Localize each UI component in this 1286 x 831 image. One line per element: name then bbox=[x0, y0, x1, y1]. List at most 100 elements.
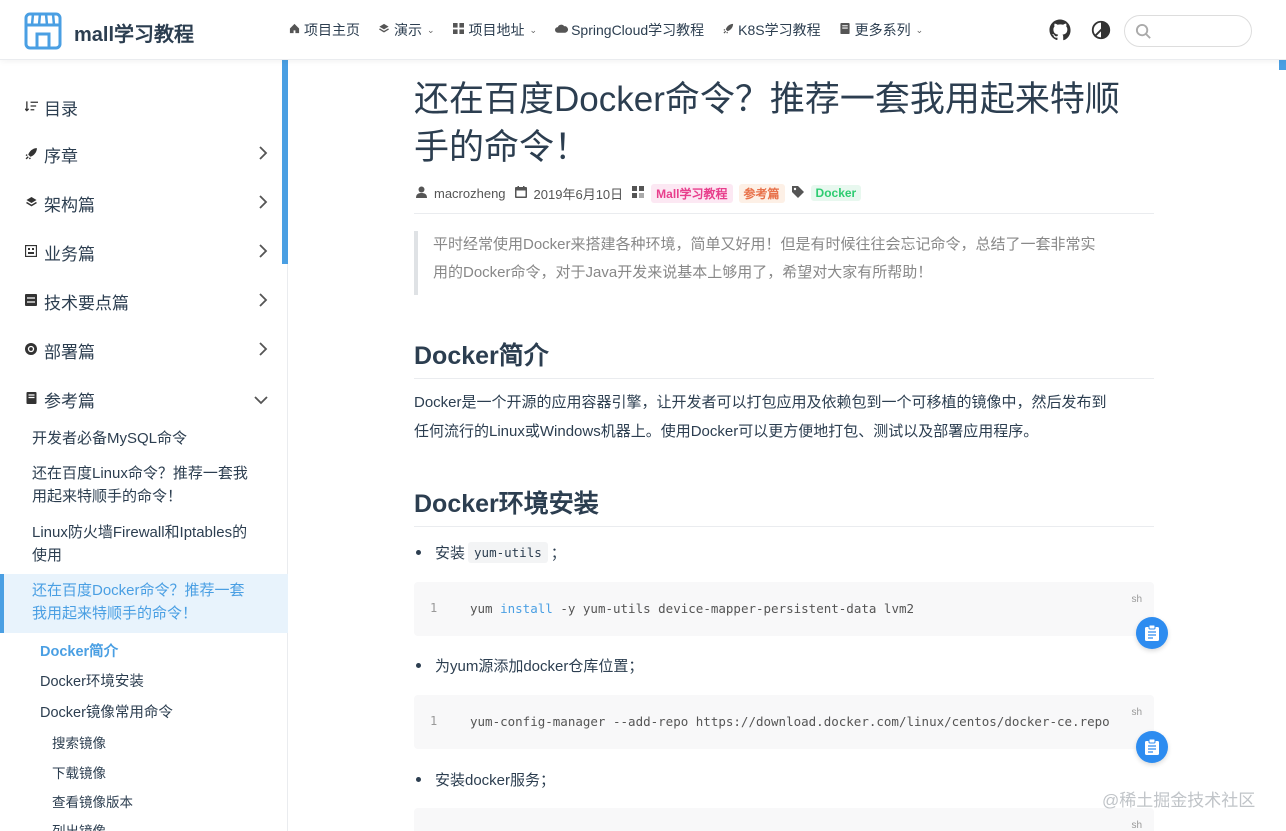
nav-more-series[interactable]: 更多系列 ⌄ bbox=[839, 20, 923, 40]
publish-date: 2019年6月10日 bbox=[533, 186, 624, 202]
sidebar-sub-mysql[interactable]: 开发者必备MySQL命令 bbox=[32, 427, 272, 450]
sidebar-sub-label-2: 使用 bbox=[32, 547, 63, 564]
sidebar-item-prologue[interactable]: 序章 bbox=[24, 142, 268, 167]
sidebar-item-architecture[interactable]: 架构篇 bbox=[24, 191, 268, 216]
sidebar-sub-label: 开发者必备MySQL命令 bbox=[32, 430, 188, 447]
sidebar-sub-label: Linux防火墙Firewall和Iptables的 bbox=[32, 524, 248, 541]
grid-icon bbox=[453, 23, 465, 37]
line-number: 1 bbox=[430, 601, 438, 615]
sidebar-item-business[interactable]: 业务篇 bbox=[24, 240, 268, 265]
paragraph-docker-intro: Docker是一个开源的应用容器引擎，让开发者可以打包应用及依赖包到一个可移植的… bbox=[414, 388, 1159, 446]
code-line[interactable]: yum install -y yum-utils device-mapper-p… bbox=[470, 601, 914, 616]
toc-h3-search-image[interactable]: 搜索镜像 bbox=[52, 732, 106, 752]
inline-code: yum-utils bbox=[468, 542, 548, 563]
nav-k8s[interactable]: K8S学习教程 bbox=[722, 20, 821, 40]
sidebar-item-label: 架构篇 bbox=[44, 196, 95, 215]
bullet-dot bbox=[416, 550, 421, 555]
article-title: 还在百度Docker命令？推荐一套我用起来特顺 手的命令！ bbox=[414, 76, 1154, 172]
list-item-suffix: ； bbox=[550, 545, 566, 562]
server-icon bbox=[24, 294, 38, 309]
home-icon bbox=[288, 23, 300, 37]
line-number: 1 bbox=[430, 714, 438, 728]
sidebar-item-label: 参考篇 bbox=[44, 392, 95, 411]
toc-h3-image-version[interactable]: 查看镜像版本 bbox=[52, 791, 133, 811]
docker-icon bbox=[24, 343, 38, 358]
site-name[interactable]: mall学习教程 bbox=[74, 18, 194, 47]
sidebar-sub-label-2: 我用起来特顺手的命令！ bbox=[32, 605, 198, 622]
code-language-label: sh bbox=[1131, 820, 1142, 831]
nav-demo[interactable]: 演示 ⌄ bbox=[378, 20, 435, 40]
sidebar-sub-linux-firewall[interactable]: Linux防火墙Firewall和Iptables的 使用 bbox=[32, 521, 272, 567]
intro-blockquote: 平时经常使用Docker来搭建各种环境，简单又好用！但是有时候往往会忘记命令，总… bbox=[414, 231, 1154, 295]
toc-h3-pull-image[interactable]: 下载镜像 bbox=[52, 762, 106, 782]
toc-h2-docker-install[interactable]: Docker环境安装 bbox=[40, 670, 144, 691]
copy-code-button[interactable] bbox=[1136, 731, 1168, 763]
quote-line: 用的Docker命令，对于Java开发来说基本上够用了，希望对大家有所帮助！ bbox=[433, 264, 933, 281]
watermark: @稀土掘金技术社区 bbox=[1102, 791, 1256, 810]
rocket-icon bbox=[722, 23, 734, 37]
nav-project-address[interactable]: 项目地址 ⌄ bbox=[453, 20, 538, 40]
top-navbar: mall学习教程 项目主页 演示 ⌄ 项目地址 ⌄ SpringCloud学习教… bbox=[0, 0, 1286, 60]
code-block[interactable]: sh bbox=[414, 808, 1154, 831]
copy-code-button[interactable] bbox=[1136, 617, 1168, 649]
author-name[interactable]: macrozheng bbox=[434, 186, 506, 201]
sidebar-item-reference[interactable]: 参考篇 bbox=[24, 387, 268, 412]
nav-project-address-label: 项目地址 bbox=[468, 22, 525, 38]
search-input[interactable] bbox=[1157, 21, 1245, 43]
code-block[interactable]: 1 yum-config-manager --add-repo https://… bbox=[414, 695, 1154, 749]
category-icon bbox=[631, 185, 645, 201]
cloud-icon bbox=[555, 24, 569, 37]
search-box[interactable] bbox=[1124, 15, 1252, 47]
heading-docker-install: Docker环境安装 bbox=[414, 484, 1154, 527]
list-item-text: 安装docker服务； bbox=[435, 772, 556, 789]
code-keyword: install bbox=[500, 601, 553, 616]
toc-h2-docker-intro[interactable]: Docker简介 bbox=[40, 640, 118, 661]
book-icon bbox=[839, 23, 851, 37]
paragraph-line: 任何流行的Linux或Windows机器上。使用Docker可以更方便地打包、测… bbox=[414, 423, 1039, 440]
code-language-label: sh bbox=[1131, 707, 1142, 718]
chevron-right-icon bbox=[259, 293, 268, 310]
sidebar-item-deploy[interactable]: 部署篇 bbox=[24, 338, 268, 363]
sidebar-sub-label: 还在百度Linux命令？推荐一套我 bbox=[32, 465, 248, 482]
list-item: 为yum源添加docker仓库位置； bbox=[414, 655, 643, 676]
article-title-line2: 手的命令！ bbox=[414, 128, 590, 167]
sidebar-sub-linux-commands[interactable]: 还在百度Linux命令？推荐一套我 用起来特顺手的命令！ bbox=[32, 462, 272, 508]
paragraph-line: Docker是一个开源的应用容器引擎，让开发者可以打包应用及依赖包到一个可移植的… bbox=[414, 394, 1107, 411]
github-icon[interactable] bbox=[1049, 19, 1071, 41]
store-logo-icon[interactable] bbox=[24, 12, 62, 50]
toc-h2-image-commands[interactable]: Docker镜像常用命令 bbox=[40, 701, 173, 722]
chevron-down-icon: ⌄ bbox=[427, 24, 435, 35]
nav-links: 项目主页 演示 ⌄ 项目地址 ⌄ SpringCloud学习教程 K8S学习教程… bbox=[288, 20, 923, 40]
nav-demo-label: 演示 bbox=[394, 22, 422, 38]
chevron-down-icon: ⌄ bbox=[529, 24, 538, 35]
layers-icon bbox=[24, 196, 38, 211]
code-args: -y yum-utils device-mapper-persistent-da… bbox=[560, 601, 915, 616]
chevron-right-icon bbox=[259, 195, 268, 212]
toc-h3-list-images[interactable]: 列出镜像 bbox=[52, 820, 106, 831]
clipboard-icon bbox=[1145, 624, 1159, 641]
article-meta: macrozheng 2019年6月10日 Mall学习教程 参考篇 Docke… bbox=[414, 182, 867, 204]
code-line[interactable]: yum-config-manager --add-repo https://do… bbox=[470, 714, 1110, 729]
nav-springcloud[interactable]: SpringCloud学习教程 bbox=[555, 20, 704, 40]
sidebar-sub-label-2: 用起来特顺手的命令！ bbox=[32, 488, 183, 505]
nav-home[interactable]: 项目主页 bbox=[288, 20, 360, 40]
sidebar-sub-docker-commands-active[interactable]: 还在百度Docker命令？推荐一套 我用起来特顺手的命令！ bbox=[32, 579, 272, 625]
category-tag[interactable]: 参考篇 bbox=[738, 183, 785, 203]
tag-icon bbox=[791, 185, 805, 201]
sidebar-scrollbar[interactable] bbox=[282, 60, 288, 264]
list-icon bbox=[24, 100, 38, 115]
sidebar-item-label: 目录 bbox=[44, 100, 78, 119]
category-tag[interactable]: Mall学习教程 bbox=[651, 183, 733, 203]
theme-toggle-icon[interactable] bbox=[1090, 19, 1112, 41]
topic-tag[interactable]: Docker bbox=[810, 185, 862, 201]
chevron-right-icon bbox=[259, 342, 268, 359]
layers-icon bbox=[378, 23, 390, 37]
sidebar-item-toc[interactable]: 目录 bbox=[24, 95, 268, 120]
book-icon bbox=[24, 392, 38, 407]
sidebar-item-tech-points[interactable]: 技术要点篇 bbox=[24, 289, 268, 314]
heading-docker-intro: Docker简介 bbox=[414, 336, 1154, 379]
code-block[interactable]: 1 yum install -y yum-utils device-mapper… bbox=[414, 582, 1154, 636]
chevron-right-icon bbox=[259, 244, 268, 261]
code-cmd: yum bbox=[470, 601, 493, 616]
sidebar-item-label: 部署篇 bbox=[44, 343, 95, 362]
